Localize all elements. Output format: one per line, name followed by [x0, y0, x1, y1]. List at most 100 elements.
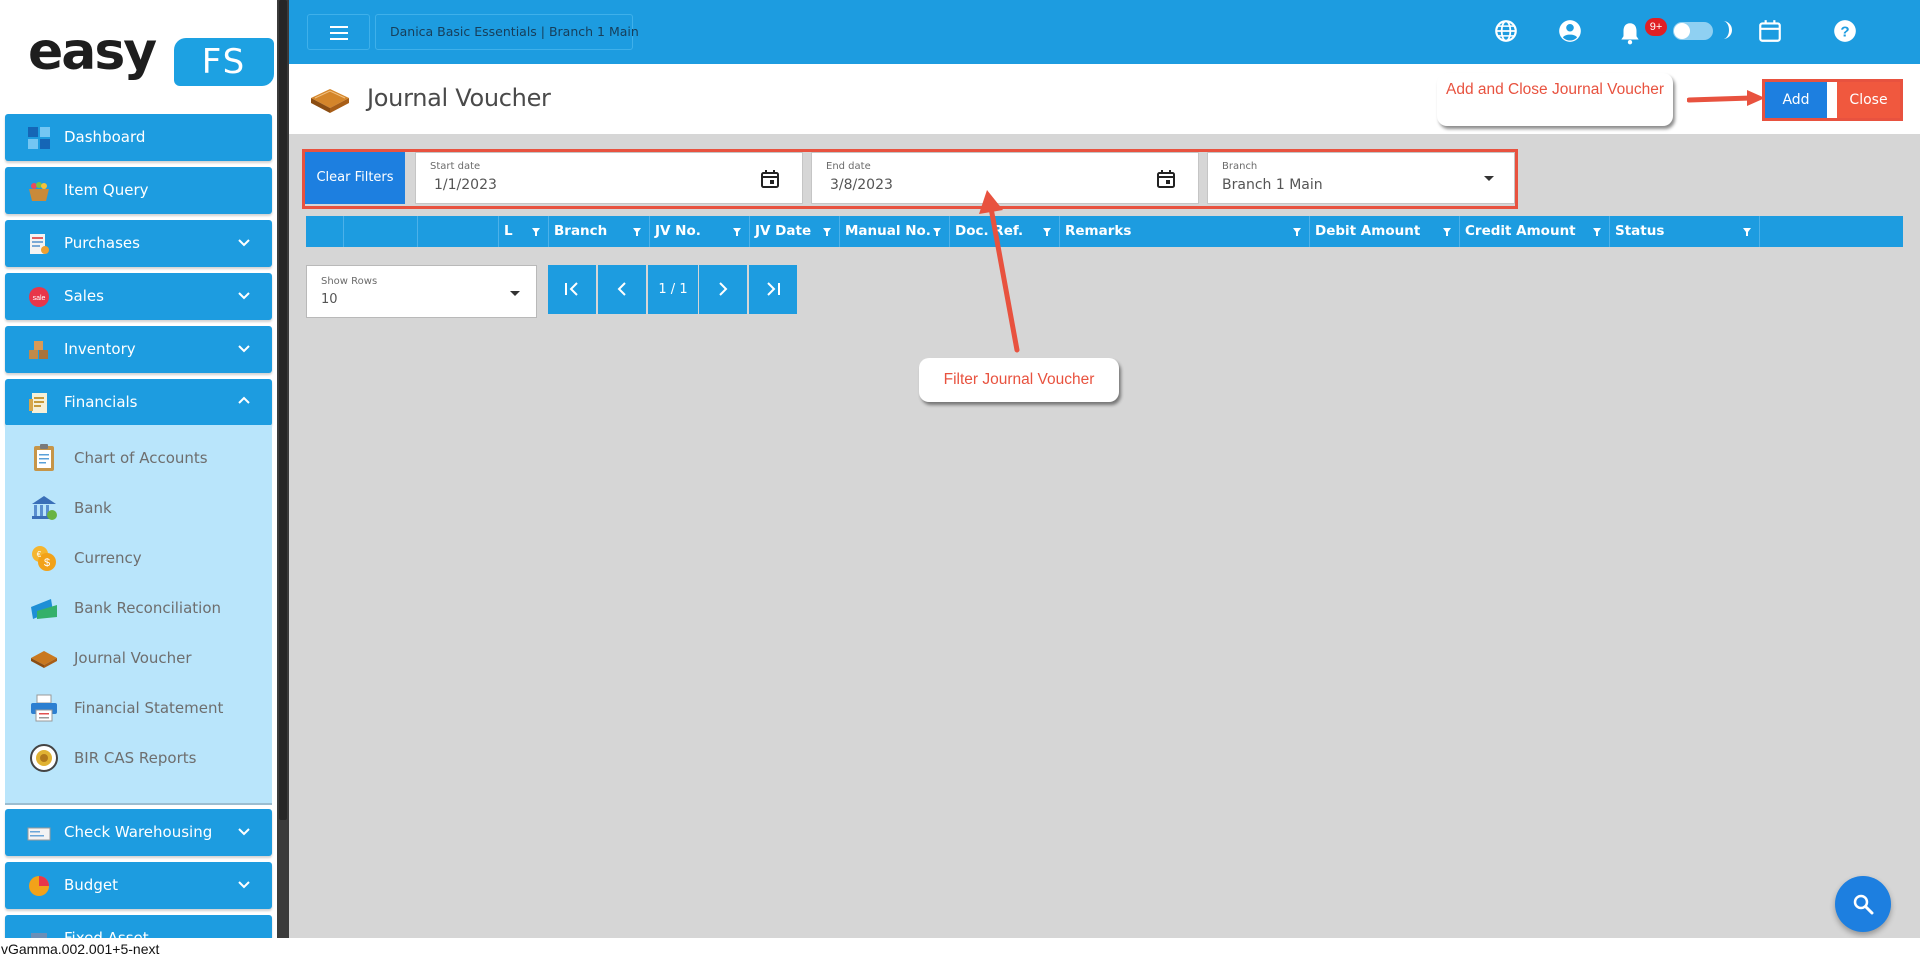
- dashboard-icon: [28, 127, 50, 149]
- grid-column-manual-no[interactable]: Manual No.: [840, 216, 950, 247]
- annotation-filter: Filter Journal Voucher: [919, 358, 1119, 402]
- sidebar-item-label: Item Query: [64, 181, 149, 199]
- user-account-icon[interactable]: [1557, 18, 1583, 44]
- grid-column-status[interactable]: Status: [1610, 216, 1760, 247]
- notification-bell-icon[interactable]: [1617, 20, 1643, 46]
- annotation-text: Add and Close Journal Voucher: [1445, 81, 1664, 98]
- grid-column-l[interactable]: L: [499, 216, 549, 247]
- submenu-label: Currency: [74, 549, 142, 567]
- submenu-bank[interactable]: Bank: [5, 487, 272, 527]
- main-content: Danica Basic Essentials | Branch 1 Main …: [289, 0, 1920, 938]
- submenu-financial-statement[interactable]: Financial Statement: [5, 687, 272, 727]
- filter-icon[interactable]: [1293, 228, 1301, 236]
- submenu-chart-of-accounts[interactable]: Chart of Accounts: [5, 437, 272, 477]
- help-icon[interactable]: ?: [1832, 18, 1858, 44]
- submenu-label: Bank Reconciliation: [74, 599, 222, 617]
- clear-filters-button[interactable]: Clear Filters: [305, 152, 405, 204]
- grid-column-remarks[interactable]: Remarks: [1060, 216, 1310, 247]
- globe-icon[interactable]: [1493, 18, 1519, 44]
- branch-select[interactable]: Branch Branch 1 Main: [1207, 152, 1515, 204]
- filter-icon[interactable]: [633, 228, 641, 236]
- chevron-down-icon: [238, 239, 250, 247]
- column-label: Debit Amount: [1315, 223, 1421, 239]
- submenu-currency[interactable]: $ € Currency: [5, 537, 272, 577]
- sidebar-item-check-warehousing[interactable]: Check Warehousing: [5, 809, 272, 856]
- menu-toggle-button[interactable]: [307, 14, 370, 50]
- theme-toggle[interactable]: [1673, 22, 1713, 40]
- hamburger-line: [330, 32, 348, 34]
- close-button[interactable]: Close: [1837, 82, 1900, 118]
- sidebar-item-label: Dashboard: [64, 128, 146, 146]
- show-rows-select[interactable]: Show Rows 10: [306, 265, 537, 318]
- button-divider: [1827, 82, 1837, 118]
- sale-tag-icon: sale: [29, 287, 49, 307]
- sidebar-item-label: Sales: [64, 287, 104, 305]
- submenu-label: Financial Statement: [74, 699, 224, 717]
- sidebar-item-purchases[interactable]: Purchases: [5, 220, 272, 267]
- sidebar-item-inventory[interactable]: Inventory: [5, 326, 272, 373]
- inventory-icon: [29, 341, 48, 359]
- end-date-label: End date: [826, 161, 871, 172]
- submenu-journal-voucher[interactable]: Journal Voucher: [5, 637, 272, 677]
- sidebar-item-label: Inventory: [64, 340, 136, 358]
- previous-page-button[interactable]: [598, 265, 646, 314]
- sidebar-item-label: Check Warehousing: [64, 823, 213, 841]
- last-page-icon: [767, 282, 780, 296]
- show-rows-value: 10: [321, 292, 338, 307]
- sidebar-item-financials[interactable]: Financials: [5, 379, 272, 426]
- chevron-down-icon: [238, 828, 250, 836]
- grid-column-select[interactable]: [306, 216, 344, 247]
- column-label: JV No.: [655, 223, 701, 239]
- calendar-icon[interactable]: [1757, 18, 1783, 44]
- chevron-left-icon: [617, 282, 626, 296]
- branch-value: Branch 1 Main: [1222, 177, 1323, 193]
- bank-card-icon: [31, 599, 57, 619]
- start-date-field[interactable]: Start date 1/1/2023: [415, 152, 803, 204]
- first-page-button[interactable]: [548, 265, 596, 314]
- calendar-icon[interactable]: [1156, 169, 1176, 189]
- filter-icon[interactable]: [1043, 228, 1051, 236]
- sidebar-item-budget[interactable]: Budget: [5, 862, 272, 909]
- next-page-button[interactable]: [699, 265, 747, 314]
- submenu-label: Chart of Accounts: [74, 449, 208, 467]
- sidebar: easy FS Dashboard Item Query Purchases s…: [0, 0, 277, 938]
- grid-column-jv-no[interactable]: JV No.: [650, 216, 750, 247]
- add-button[interactable]: Add: [1765, 82, 1827, 118]
- app-window: easy FS Dashboard Item Query Purchases s…: [0, 0, 1920, 961]
- fixed-asset-icon: [31, 933, 47, 938]
- submenu-label: Journal Voucher: [74, 649, 192, 667]
- sidebar-item-item-query[interactable]: Item Query: [5, 167, 272, 214]
- grid-column-jv-date[interactable]: JV Date: [750, 216, 840, 247]
- grid-column-credit-amount[interactable]: Credit Amount: [1460, 216, 1610, 247]
- sidebar-item-dashboard[interactable]: Dashboard: [5, 114, 272, 161]
- filter-icon[interactable]: [532, 228, 540, 236]
- add-close-button-group: Add Close: [1762, 79, 1903, 121]
- chevron-down-icon: [238, 292, 250, 300]
- grid-column-branch[interactable]: Branch: [549, 216, 650, 247]
- printer-icon: [31, 694, 57, 722]
- submenu-label: BIR CAS Reports: [74, 749, 197, 767]
- filter-icon[interactable]: [823, 228, 831, 236]
- calendar-icon[interactable]: [760, 169, 780, 189]
- filter-icon[interactable]: [1743, 228, 1751, 236]
- annotation-arrow-up: [979, 190, 1020, 353]
- chevron-up-icon: [238, 396, 250, 404]
- last-page-button[interactable]: [749, 265, 797, 314]
- notification-badge: 9+: [1645, 18, 1667, 36]
- hamburger-line: [330, 26, 348, 28]
- company-branch-selector[interactable]: Danica Basic Essentials | Branch 1 Main: [375, 14, 639, 50]
- svg-text:?: ?: [1840, 23, 1849, 40]
- grid-column-debit-amount[interactable]: Debit Amount: [1310, 216, 1460, 247]
- sidebar-scrollbar-thumb[interactable]: [279, 0, 287, 820]
- filter-icon[interactable]: [933, 228, 941, 236]
- filter-icon[interactable]: [1443, 228, 1451, 236]
- submenu-bir-cas-reports[interactable]: BIR CAS Reports: [5, 737, 272, 777]
- filter-icon[interactable]: [1593, 228, 1601, 236]
- sidebar-item-fixed-asset[interactable]: Fixed Asset: [5, 915, 272, 938]
- submenu-bank-reconciliation[interactable]: Bank Reconciliation: [5, 587, 272, 627]
- filter-icon[interactable]: [733, 228, 741, 236]
- journal-book-icon: [31, 651, 57, 668]
- app-logo[interactable]: easy FS: [28, 22, 274, 90]
- sidebar-item-sales[interactable]: sale Sales: [5, 273, 272, 320]
- search-fab-button[interactable]: [1835, 876, 1891, 932]
